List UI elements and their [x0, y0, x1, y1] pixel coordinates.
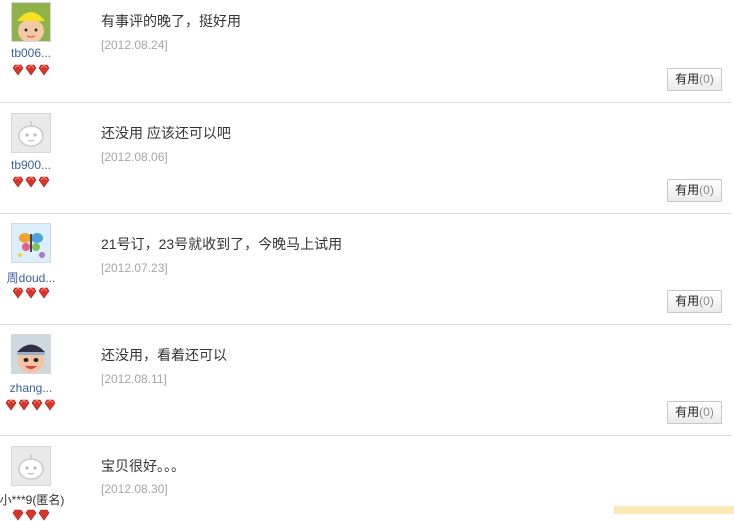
baby-cap-avatar-icon [12, 335, 50, 373]
red-diamond-icon [25, 509, 37, 521]
red-diamond-icon [38, 509, 50, 521]
red-diamond-icon [31, 399, 43, 411]
review-text: 还没用，看着还可以 [101, 347, 227, 363]
review-date: [2012.08.11] [101, 372, 167, 386]
user-avatar[interactable] [11, 223, 51, 263]
buyer-rank-gems [12, 176, 50, 188]
red-diamond-icon [25, 287, 37, 299]
buyer-rank-gems [12, 64, 50, 76]
useful-button[interactable]: 有用(0) [667, 290, 722, 313]
red-diamond-icon [38, 64, 50, 76]
baby-yellow-hat-avatar-icon [12, 3, 50, 41]
review-item: zhang... 还没用，看着还可以 [2012.08.11] 有用(0) [0, 325, 734, 436]
useful-count: (0) [699, 183, 714, 197]
red-diamond-icon [12, 509, 24, 521]
review-date: [2012.08.30] [101, 482, 168, 496]
buyer-rank-gems [12, 509, 50, 521]
buyer-rank-gems [5, 399, 56, 411]
default-face-avatar-icon [12, 114, 50, 152]
butterfly-avatar-icon [12, 224, 50, 262]
username-link[interactable]: tb900... [0, 158, 62, 172]
useful-button[interactable]: 有用(0) [667, 179, 722, 202]
review-item: tb006... 有事评的晚了，挺好用 [2012.08.24] 有用(0) [0, 0, 734, 103]
user-avatar [11, 446, 51, 486]
review-text: 宝贝很好。。。 [101, 458, 185, 474]
username-link[interactable]: zhang... [0, 381, 62, 395]
useful-label: 有用 [675, 183, 700, 197]
useful-label: 有用 [675, 405, 700, 419]
username-link[interactable]: tb006... [0, 46, 62, 60]
user-avatar[interactable] [11, 2, 51, 42]
red-diamond-icon [12, 287, 24, 299]
useful-count: (0) [699, 294, 714, 308]
user-avatar[interactable] [11, 113, 51, 153]
review-text: 还没用 应该还可以吧 [101, 125, 231, 141]
review-date: [2012.08.06] [101, 150, 168, 164]
red-diamond-icon [18, 399, 30, 411]
buyer-rank-gems [12, 287, 50, 299]
useful-label: 有用 [675, 72, 700, 86]
user-avatar[interactable] [11, 334, 51, 374]
review-date: [2012.07.23] [101, 261, 168, 275]
useful-count: (0) [699, 72, 714, 86]
anonymous-username: 小***9(匿名) [0, 493, 65, 507]
red-diamond-icon [12, 64, 24, 76]
red-diamond-icon [44, 399, 56, 411]
review-text: 有事评的晚了，挺好用 [101, 13, 241, 29]
red-diamond-icon [25, 64, 37, 76]
red-diamond-icon [25, 176, 37, 188]
review-item: 小***9(匿名) 宝贝很好。。。 [2012.08.30] [0, 436, 734, 521]
red-diamond-icon [5, 399, 17, 411]
username-link[interactable]: 周doud... [0, 269, 64, 286]
useful-button[interactable]: 有用(0) [667, 68, 722, 91]
review-item: 周doud... 21号订，23号就收到了，今晚马上试用 [2012.07.23… [0, 214, 734, 325]
floating-banner[interactable] [614, 506, 734, 514]
review-date: [2012.08.24] [101, 38, 168, 52]
useful-button[interactable]: 有用(0) [667, 401, 722, 424]
red-diamond-icon [38, 176, 50, 188]
review-text: 21号订，23号就收到了，今晚马上试用 [101, 236, 343, 252]
red-diamond-icon [38, 287, 50, 299]
red-diamond-icon [12, 176, 24, 188]
useful-count: (0) [699, 405, 714, 419]
useful-label: 有用 [675, 294, 700, 308]
review-item: tb900... 还没用 应该还可以吧 [2012.08.06] 有用(0) [0, 103, 734, 214]
default-face-avatar-icon [12, 447, 50, 485]
